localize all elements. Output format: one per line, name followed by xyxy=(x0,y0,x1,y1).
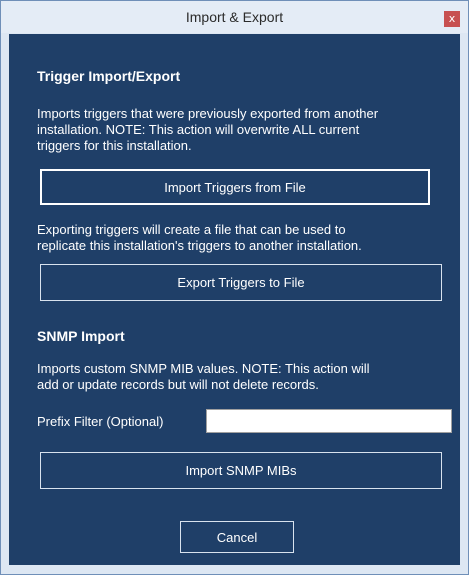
description-line: Exporting triggers will create a file th… xyxy=(37,222,346,237)
close-icon[interactable]: x xyxy=(444,11,460,27)
window-title: Import & Export xyxy=(185,9,284,25)
trigger-import-description: Imports triggers that were previously ex… xyxy=(37,106,457,154)
import-triggers-button[interactable]: Import Triggers from File xyxy=(40,169,430,205)
snmp-description: Imports custom SNMP MIB values. NOTE: Th… xyxy=(37,361,457,393)
prefix-filter-input[interactable] xyxy=(206,409,452,433)
description-line: Imports custom SNMP MIB values. NOTE: Th… xyxy=(37,361,370,376)
dialog-body: Trigger Import/Export Imports triggers t… xyxy=(9,34,460,565)
title-bar[interactable]: Import & Export x xyxy=(1,1,468,33)
prefix-filter-label: Prefix Filter (Optional) xyxy=(37,414,164,429)
trigger-section-heading: Trigger Import/Export xyxy=(37,68,181,84)
export-triggers-button[interactable]: Export Triggers to File xyxy=(40,264,442,301)
import-export-dialog: Import & Export x Trigger Import/Export … xyxy=(0,0,469,575)
import-snmp-mibs-button[interactable]: Import SNMP MIBs xyxy=(40,452,442,489)
description-line: installation. NOTE: This action will ove… xyxy=(37,122,360,137)
snmp-section-heading: SNMP Import xyxy=(37,328,125,344)
trigger-export-description: Exporting triggers will create a file th… xyxy=(37,222,457,254)
description-line: Imports triggers that were previously ex… xyxy=(37,106,379,121)
description-line: triggers for this installation. xyxy=(37,138,192,153)
description-line: add or update records but will not delet… xyxy=(37,377,319,392)
cancel-button[interactable]: Cancel xyxy=(180,521,294,553)
description-line: replicate this installation's triggers t… xyxy=(37,238,362,253)
